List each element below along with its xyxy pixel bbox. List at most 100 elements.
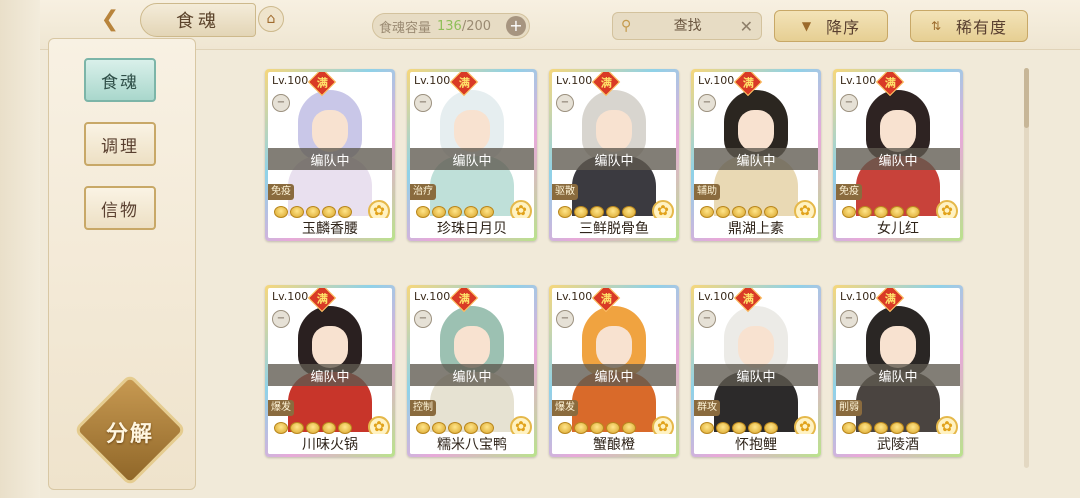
food-soul-card[interactable]: Lv.100 满 − 编队中 免疫 ✿ 女儿红 xyxy=(833,69,963,241)
capacity-label: 食魂容量 xyxy=(379,20,432,36)
card-level: Lv.100 xyxy=(412,290,453,303)
team-status: 编队中 xyxy=(410,364,534,386)
card-level: Lv.100 xyxy=(554,74,595,87)
star-icon xyxy=(416,206,430,218)
star-rating xyxy=(274,422,360,434)
capacity-total: /200 xyxy=(461,18,492,34)
max-badge-label: 满 xyxy=(600,76,612,89)
star-icon xyxy=(590,422,604,434)
star-rating xyxy=(274,206,360,218)
side-tab-tokens[interactable]: 信物 xyxy=(84,186,156,230)
add-capacity-button[interactable]: + xyxy=(506,16,526,36)
card-inner: Lv.100 满 − 编队中 驱散 ✿ 三鲜脱骨鱼 xyxy=(552,72,676,238)
star-icon xyxy=(764,206,778,218)
star-icon xyxy=(322,422,336,434)
max-badge-label: 满 xyxy=(742,76,754,89)
side-tab-food-souls[interactable]: 食魂 xyxy=(84,58,156,102)
max-badge-label: 满 xyxy=(316,76,328,89)
side-tab-label: 信物 xyxy=(101,200,139,221)
clear-icon[interactable]: ✕ xyxy=(740,17,753,36)
search-icon: ⚲ xyxy=(621,18,632,34)
bowl-icon: − xyxy=(272,94,290,112)
bowl-icon: − xyxy=(840,310,858,328)
card-level: Lv.100 xyxy=(554,290,595,303)
decompose-label: 分解 xyxy=(105,422,154,447)
sort-arrows-icon: ⇅ xyxy=(930,19,943,33)
star-icon xyxy=(290,422,304,434)
star-rating xyxy=(842,422,928,434)
card-name: 珍珠日月贝 xyxy=(410,218,534,238)
bowl-icon: − xyxy=(556,94,574,112)
max-badge-label: 满 xyxy=(884,292,896,305)
food-soul-card[interactable]: Lv.100 满 − 编队中 爆发 ✿ 川味火锅 xyxy=(265,285,395,457)
star-icon xyxy=(842,422,856,434)
bowl-icon: − xyxy=(698,310,716,328)
card-level: Lv.100 xyxy=(696,74,737,87)
search-input[interactable] xyxy=(639,18,736,34)
back-arrow-icon: ❮ xyxy=(100,6,120,32)
sort-order-label: 降序 xyxy=(826,18,861,37)
star-rating xyxy=(416,422,502,434)
star-icon xyxy=(574,206,588,218)
role-tag: 驱散 xyxy=(552,184,578,200)
food-soul-card[interactable]: Lv.100 满 − 编队中 群攻 ✿ 怀抱鲤 xyxy=(691,285,821,457)
side-tab-label: 食魂 xyxy=(101,72,139,93)
food-soul-card[interactable]: Lv.100 满 − 编队中 免疫 ✿ 玉麟香腰 xyxy=(265,69,395,241)
food-soul-card[interactable]: Lv.100 满 − 编队中 辅助 ✿ 鼎湖上素 xyxy=(691,69,821,241)
card-name: 怀抱鲤 xyxy=(694,434,818,454)
side-tab-conditioning[interactable]: 调理 xyxy=(84,122,156,166)
star-icon xyxy=(622,422,636,434)
food-soul-card[interactable]: Lv.100 满 − 编队中 治疗 ✿ 珍珠日月贝 xyxy=(407,69,537,241)
card-level: Lv.100 xyxy=(270,74,311,87)
bowl-icon: − xyxy=(698,94,716,112)
team-status: 编队中 xyxy=(552,148,676,170)
star-icon xyxy=(290,206,304,218)
star-icon xyxy=(416,422,430,434)
star-icon xyxy=(306,206,320,218)
role-tag: 爆发 xyxy=(268,400,294,416)
star-icon xyxy=(448,206,462,218)
max-badge-label: 满 xyxy=(316,292,328,305)
capacity-display: 食魂容量 136 /200 + xyxy=(372,13,530,39)
star-icon xyxy=(700,422,714,434)
sort-key-button[interactable]: ⇅ 稀有度 xyxy=(910,10,1028,42)
scrollbar-thumb[interactable] xyxy=(1024,68,1029,128)
card-name: 玉麟香腰 xyxy=(268,218,392,238)
portrait-face xyxy=(738,110,774,152)
star-icon xyxy=(700,206,714,218)
card-level: Lv.100 xyxy=(838,74,879,87)
food-soul-card[interactable]: Lv.100 满 − 编队中 驱散 ✿ 三鲜脱骨鱼 xyxy=(549,69,679,241)
bowl-icon: − xyxy=(414,310,432,328)
star-icon xyxy=(464,422,478,434)
card-name: 蟹酿橙 xyxy=(552,434,676,454)
star-rating xyxy=(416,206,502,218)
home-button[interactable]: ⌂ xyxy=(258,6,284,32)
role-tag: 削弱 xyxy=(836,400,862,416)
star-icon xyxy=(432,206,446,218)
role-tag: 免疫 xyxy=(836,184,862,200)
max-badge-label: 满 xyxy=(884,76,896,89)
back-button[interactable]: ❮ xyxy=(92,6,128,32)
card-name: 糯米八宝鸭 xyxy=(410,434,534,454)
team-status: 编队中 xyxy=(552,364,676,386)
star-icon xyxy=(480,422,494,434)
scrollbar[interactable] xyxy=(1024,68,1029,468)
role-tag: 免疫 xyxy=(268,184,294,200)
card-inner: Lv.100 满 − 编队中 治疗 ✿ 珍珠日月贝 xyxy=(410,72,534,238)
team-status: 编队中 xyxy=(694,148,818,170)
star-icon xyxy=(732,422,746,434)
star-rating xyxy=(558,422,644,434)
food-soul-card[interactable]: Lv.100 满 − 编队中 控制 ✿ 糯米八宝鸭 xyxy=(407,285,537,457)
side-tab-label: 调理 xyxy=(101,136,139,157)
star-icon xyxy=(874,422,888,434)
star-icon xyxy=(622,206,636,218)
star-icon xyxy=(748,422,762,434)
star-icon xyxy=(890,206,904,218)
sort-order-button[interactable]: ▼ 降序 xyxy=(774,10,888,42)
card-level: Lv.100 xyxy=(696,290,737,303)
food-soul-card[interactable]: Lv.100 满 − 编队中 爆发 ✿ 蟹酿橙 xyxy=(549,285,679,457)
portrait-face xyxy=(454,110,490,152)
portrait-face xyxy=(596,110,632,152)
star-icon xyxy=(432,422,446,434)
food-soul-card[interactable]: Lv.100 满 − 编队中 削弱 ✿ 武陵酒 xyxy=(833,285,963,457)
